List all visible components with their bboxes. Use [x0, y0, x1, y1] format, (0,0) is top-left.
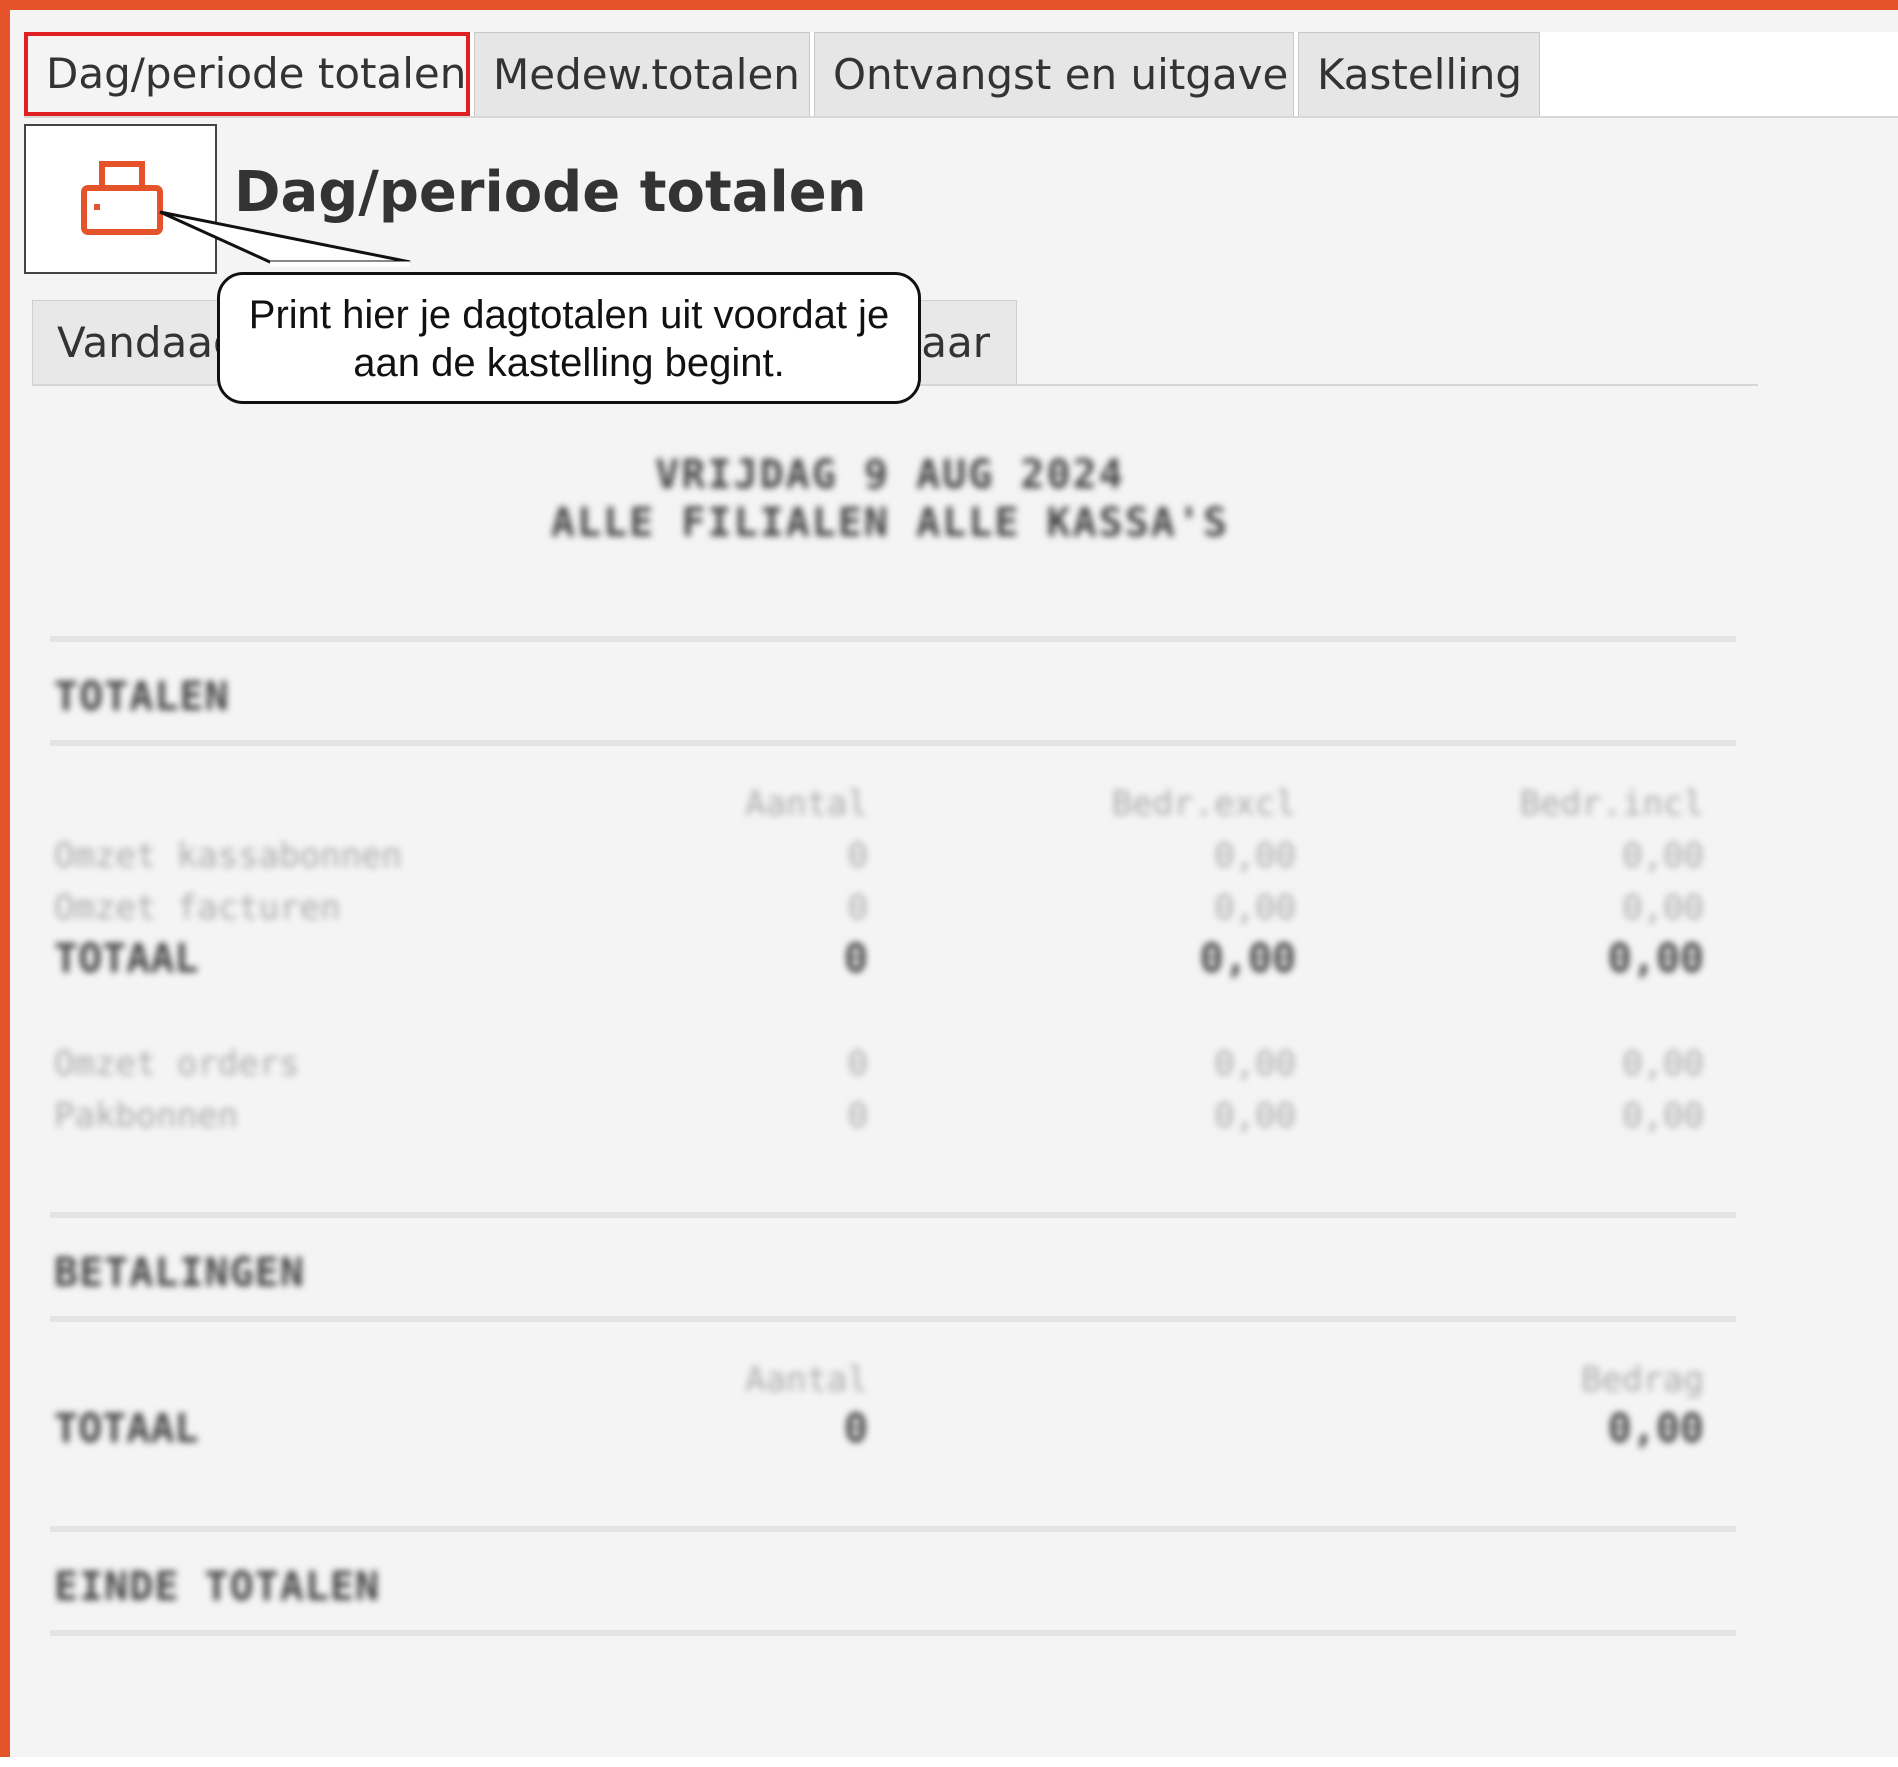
divider [50, 1630, 1736, 1636]
row-incl: 0,00 [1622, 1044, 1704, 1084]
totaal-excl: 0,00 [1199, 936, 1296, 982]
row-aantal: 0 [847, 836, 868, 876]
row-excl: 0,00 [1214, 1096, 1296, 1136]
callout-pointer [159, 210, 411, 267]
totaal-aantal: 0 [843, 936, 868, 982]
col-bedrag: Bedrag [1581, 1360, 1704, 1400]
report-scope: ALLE FILIALEN ALLE KASSA'S [550, 500, 1230, 546]
row-label: Pakbonnen [54, 1096, 239, 1136]
betalingen-totaal-aantal: 0 [843, 1406, 868, 1452]
betalingen-totaal-label: TOTAAL [54, 1406, 199, 1452]
row-aantal: 0 [847, 1096, 868, 1136]
divider [50, 1212, 1736, 1218]
row-incl: 0,00 [1622, 1096, 1704, 1136]
divider [50, 636, 1736, 642]
col-bedr-incl: Bedr.incl [1519, 784, 1704, 824]
section-einde-totalen: EINDE TOTALEN [54, 1564, 381, 1610]
row-aantal: 0 [847, 888, 868, 928]
report-date: VRIJDAG 9 AUG 2024 [655, 452, 1125, 498]
section-betalingen: BETALINGEN [54, 1250, 305, 1296]
divider [50, 1526, 1736, 1532]
col-bedr-excl: Bedr.excl [1111, 784, 1296, 824]
row-aantal: 0 [847, 1044, 868, 1084]
divider [50, 740, 1736, 746]
row-excl: 0,00 [1214, 888, 1296, 928]
totaal-label: TOTAAL [54, 936, 199, 982]
row-label: Omzet facturen [54, 888, 341, 928]
window-frame: Dag/periode totalen Medew.totalen Ontvan… [0, 0, 1898, 1757]
divider [50, 1316, 1736, 1322]
col-aantal: Aantal [745, 1360, 868, 1400]
row-label: Omzet kassabonnen [54, 836, 402, 876]
row-excl: 0,00 [1214, 836, 1296, 876]
betalingen-totaal-bedrag: 0,00 [1607, 1406, 1704, 1452]
col-aantal: Aantal [745, 784, 868, 824]
totaal-incl: 0,00 [1607, 936, 1704, 982]
row-incl: 0,00 [1622, 888, 1704, 928]
row-label: Omzet orders [54, 1044, 300, 1084]
row-excl: 0,00 [1214, 1044, 1296, 1084]
row-incl: 0,00 [1622, 836, 1704, 876]
section-totalen: TOTALEN [54, 674, 230, 720]
